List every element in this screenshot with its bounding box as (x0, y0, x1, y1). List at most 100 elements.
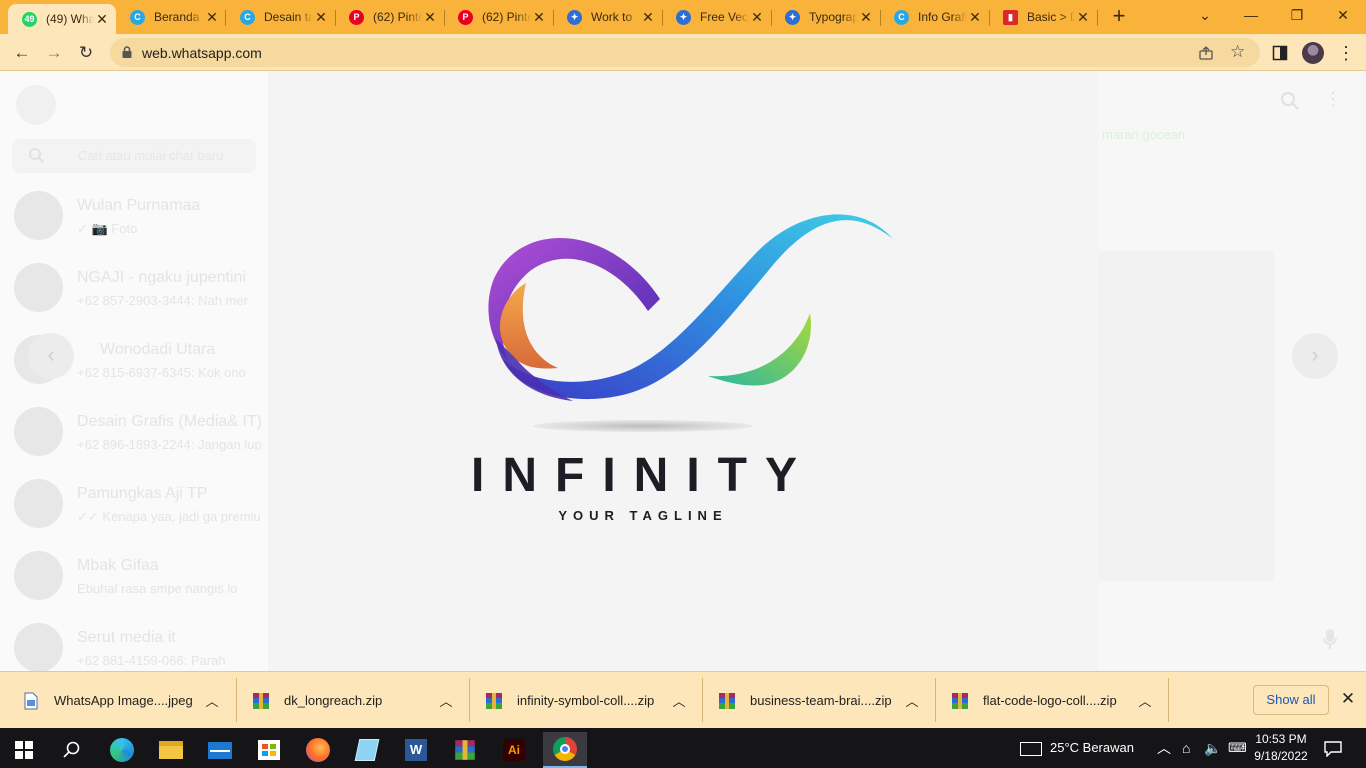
notifications-icon[interactable] (1324, 728, 1342, 768)
file-explorer-icon[interactable] (151, 732, 191, 768)
forward-button[interactable]: → (40, 39, 68, 67)
pinterest-icon: P (458, 9, 473, 25)
chat-item[interactable]: Serut media it +62 881-4159-066: Parah (0, 615, 268, 671)
tab-title: Info Grafis (918, 10, 967, 24)
chat-name: Wonodadi Utara (100, 341, 216, 358)
download-item[interactable]: infinity-symbol-coll....zip ︿ (485, 672, 699, 729)
download-item[interactable]: WhatsApp Image....jpeg ︿ (22, 672, 232, 729)
clock[interactable]: 10:53 PM 9/18/2022 (1252, 731, 1310, 765)
chat-name: Mbak Gifaa (77, 557, 159, 574)
address-bar[interactable]: web.whatsapp.com ☆ (110, 38, 1260, 67)
store-icon[interactable] (249, 732, 289, 768)
download-item[interactable]: flat-code-logo-coll....zip ︿ (951, 672, 1165, 729)
tab-pinterest-1[interactable]: P (62) Pinterest ✕ (335, 4, 444, 30)
microphone-icon[interactable] (1322, 627, 1338, 651)
close-tab-icon[interactable]: ✕ (531, 9, 547, 26)
tab-typography[interactable]: ✦ Typography ✕ (771, 4, 880, 30)
back-button[interactable]: ← (8, 39, 36, 67)
start-button[interactable] (4, 732, 44, 768)
bookmark-star-icon[interactable]: ☆ (1230, 42, 1245, 62)
chat-preview: ✓ 📷 Foto (77, 221, 138, 236)
mail-icon[interactable] (200, 732, 240, 768)
download-item[interactable]: dk_longreach.zip ︿ (252, 672, 466, 729)
volume-icon[interactable]: 🔈 (1204, 728, 1221, 768)
close-tab-icon[interactable]: ✕ (640, 9, 656, 26)
close-tab-icon[interactable]: ✕ (1075, 9, 1091, 26)
edge-icon[interactable] (102, 732, 142, 768)
tab-title: (49) WhatsApp (46, 12, 94, 26)
chrome-icon[interactable] (543, 732, 587, 768)
tab-strip: 49 (49) WhatsApp ✕ C Beranda ✕ C Desain … (0, 0, 1366, 34)
winrar-icon[interactable] (445, 732, 485, 768)
next-media-button[interactable]: › (1292, 333, 1338, 379)
tab-pinterest-2[interactable]: P (62) Pinterest ✕ (444, 4, 553, 30)
weather-widget[interactable]: 25°C Berawan (1020, 728, 1134, 768)
winrar-icon (719, 692, 735, 709)
my-avatar[interactable] (16, 85, 56, 125)
download-options-chevron-icon[interactable]: ︿ (204, 691, 220, 710)
chat-item[interactable]: NGAJI - ngaku jupentini +62 857-2903-344… (0, 255, 268, 327)
divider (702, 678, 703, 722)
download-options-chevron-icon[interactable]: ︿ (438, 691, 454, 710)
profile-avatar[interactable] (1302, 42, 1324, 64)
word-icon[interactable]: W (396, 732, 436, 768)
download-item[interactable]: business-team-brai....zip ︿ (718, 672, 932, 729)
close-tab-icon[interactable]: ✕ (313, 9, 329, 26)
tab-free-vectors[interactable]: ✦ Free Vectors ✕ (662, 4, 771, 30)
freepik-icon: ✦ (785, 9, 800, 25)
chat-name: Serut media it (77, 629, 176, 646)
network-icon[interactable]: ⌂ (1182, 728, 1190, 768)
logo-tagline: YOUR TAGLINE (558, 508, 727, 523)
close-tab-icon[interactable]: ✕ (749, 9, 765, 26)
keyboard-icon[interactable]: ⌨ (1228, 728, 1247, 768)
download-options-chevron-icon[interactable]: ︿ (1137, 691, 1153, 710)
tab-separator (1097, 10, 1098, 26)
close-window-button[interactable]: ✕ (1320, 0, 1366, 32)
menu-kebab-icon[interactable]: ⋮ (1332, 39, 1360, 67)
canva-icon: C (130, 9, 145, 25)
tab-search-icon[interactable]: ⌄ (1182, 0, 1228, 32)
share-icon[interactable] (1198, 45, 1214, 61)
firefox-icon[interactable] (298, 732, 338, 768)
tab-title: (62) Pinterest (482, 10, 531, 24)
side-panel-icon[interactable] (1272, 45, 1288, 61)
minimize-button[interactable]: — (1228, 0, 1274, 32)
chat-item[interactable]: Pamungkas Aji TP ✓✓ Kenapa yaa, jadi ga … (0, 471, 268, 543)
taskbar-search-button[interactable] (52, 732, 92, 768)
restore-button[interactable]: ❐ (1274, 0, 1320, 32)
tab-beranda[interactable]: C Beranda ✕ (116, 4, 226, 30)
close-tab-icon[interactable]: ✕ (204, 9, 220, 26)
search-icon[interactable] (1280, 91, 1300, 111)
show-hidden-icons-chevron-icon[interactable]: ︿ (1157, 728, 1171, 768)
tab-basic-design[interactable]: ▮ Basic > Design ✕ (989, 4, 1097, 30)
previous-media-button[interactable]: ‹ (28, 333, 74, 379)
clock-time: 10:53 PM (1255, 732, 1307, 746)
divider (1168, 678, 1169, 722)
chat-item[interactable]: Desain Grafis (Media& IT) +62 896-1893-2… (0, 399, 268, 471)
tab-title: Beranda (154, 10, 200, 24)
new-tab-button[interactable]: + (1100, 0, 1138, 32)
infinity-logo-image: INFINITY YOUR TAGLINE (471, 214, 893, 523)
reload-button[interactable]: ↻ (72, 39, 100, 67)
illustrator-icon[interactable]: Ai (494, 732, 534, 768)
chat-item[interactable]: Wulan Purnamaa ✓ 📷 Foto (0, 183, 268, 255)
close-tab-icon[interactable]: ✕ (422, 9, 438, 26)
close-tab-icon[interactable]: ✕ (94, 11, 110, 28)
tab-desain[interactable]: C Desain tanpa judul ✕ (226, 4, 335, 30)
notepad-icon[interactable] (347, 732, 387, 768)
download-options-chevron-icon[interactable]: ︿ (671, 691, 687, 710)
chat-item[interactable]: Mbak Gifaa Ebuhal rasa smpe nangis lo (0, 543, 268, 615)
avatar (14, 551, 63, 600)
tab-whatsapp[interactable]: 49 (49) WhatsApp ✕ (8, 4, 116, 34)
close-download-bar-icon[interactable]: ✕ (1338, 689, 1358, 709)
menu-kebab-icon[interactable]: ⋮ (1324, 89, 1342, 110)
download-options-chevron-icon[interactable]: ︿ (904, 691, 920, 710)
chat-preview: ✓✓ Kenapa yaa, jadi ga premiu (77, 509, 261, 524)
tab-info-grafis[interactable]: C Info Grafis ✕ (880, 4, 989, 30)
clock-date: 9/18/2022 (1254, 749, 1308, 763)
close-tab-icon[interactable]: ✕ (967, 9, 983, 26)
close-tab-icon[interactable]: ✕ (858, 9, 874, 26)
tab-work[interactable]: ✦ Work to ✕ (553, 4, 662, 30)
show-all-downloads-button[interactable]: Show all (1253, 685, 1329, 715)
chat-search[interactable]: Cari atau mulai chat baru (12, 139, 256, 173)
